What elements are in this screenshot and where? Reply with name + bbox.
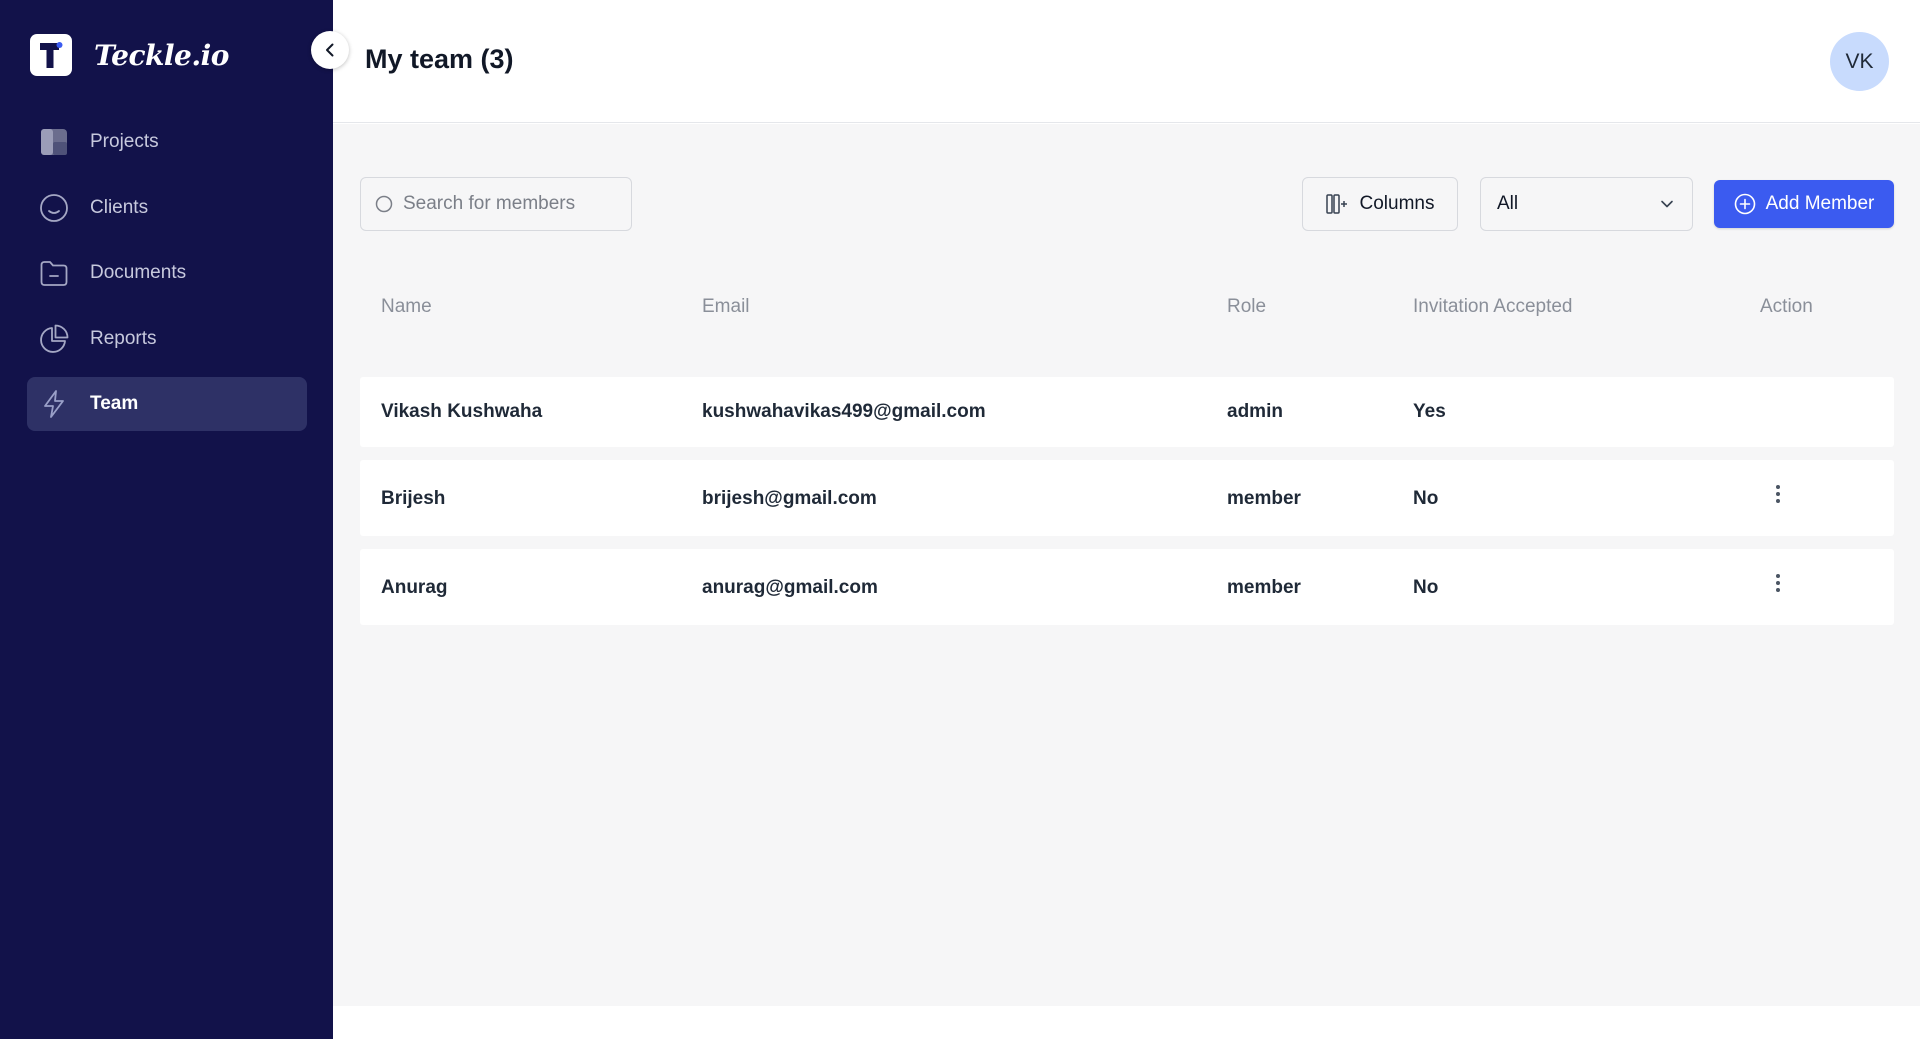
sidebar-item-label: Team — [90, 393, 139, 414]
sidebar: Teckle.io Projects Clients Documents Rep… — [0, 0, 333, 1039]
table-row[interactable]: Brijesh brijesh@gmail.com member No — [360, 460, 1894, 536]
sidebar-item-clients[interactable]: Clients — [27, 181, 307, 235]
sidebar-item-projects[interactable]: Projects — [27, 115, 307, 169]
grid-icon — [39, 127, 69, 157]
member-invitation-accepted: Yes — [1413, 401, 1446, 422]
column-header-action: Action — [1760, 296, 1813, 317]
top-header: My team (3) VK — [333, 0, 1920, 123]
sidebar-nav: Projects Clients Documents Reports Team — [27, 115, 307, 443]
sidebar-item-label: Documents — [90, 262, 187, 283]
pie-chart-icon — [39, 324, 69, 354]
more-options-icon[interactable] — [1768, 569, 1788, 597]
sidebar-item-reports[interactable]: Reports — [27, 312, 307, 366]
columns-label: Columns — [1359, 193, 1435, 214]
filter-value: All — [1497, 193, 1519, 214]
table-row[interactable]: Anurag anurag@gmail.com member No — [360, 549, 1894, 625]
logo-mark-icon — [30, 34, 72, 76]
column-header-invitation-accepted[interactable]: Invitation Accepted — [1413, 296, 1573, 318]
columns-icon — [1325, 194, 1348, 214]
collapse-sidebar-button[interactable] — [311, 31, 349, 69]
filter-select[interactable]: All — [1480, 177, 1693, 231]
search-input[interactable] — [403, 193, 623, 215]
chevron-down-icon — [1660, 197, 1674, 211]
chevron-left-icon — [322, 42, 338, 58]
member-name: Brijesh — [381, 488, 446, 509]
member-invitation-accepted: No — [1413, 577, 1439, 598]
add-member-label: Add Member — [1765, 193, 1875, 214]
folder-icon — [39, 258, 69, 288]
avatar[interactable]: VK — [1830, 32, 1889, 91]
footer-area — [333, 1006, 1920, 1039]
column-header-email[interactable]: Email — [702, 296, 750, 318]
add-member-button[interactable]: Add Member — [1714, 180, 1894, 228]
member-name: Anurag — [381, 577, 448, 598]
search-box[interactable] — [360, 177, 632, 231]
sidebar-item-label: Reports — [90, 327, 157, 349]
plus-circle-icon — [1734, 193, 1756, 215]
more-options-icon[interactable] — [1768, 480, 1788, 508]
table-header: Name Email Role Invitation Accepted Acti… — [360, 282, 1894, 332]
sidebar-item-team[interactable]: Team — [27, 377, 307, 431]
member-role: member — [1227, 577, 1301, 598]
member-email: anurag@gmail.com — [702, 577, 878, 598]
main-content: Columns All Add Member Name Email Role I… — [333, 124, 1920, 1006]
member-role: member — [1227, 488, 1301, 509]
smiley-icon — [39, 193, 69, 223]
sidebar-item-label: Clients — [90, 196, 149, 218]
sidebar-item-label: Projects — [90, 131, 159, 152]
column-header-role[interactable]: Role — [1227, 296, 1266, 318]
table-row[interactable]: Vikash Kushwaha kushwahavikas499@gmail.c… — [360, 377, 1894, 447]
search-icon — [375, 195, 393, 213]
member-role: admin — [1227, 401, 1283, 422]
member-name: Vikash Kushwaha — [381, 401, 543, 422]
lightning-icon — [39, 389, 69, 419]
team-table: Name Email Role Invitation Accepted Acti… — [360, 282, 1894, 625]
member-email: kushwahavikas499@gmail.com — [702, 401, 986, 422]
sidebar-item-documents[interactable]: Documents — [27, 246, 307, 300]
member-invitation-accepted: No — [1413, 488, 1439, 509]
member-email: brijesh@gmail.com — [702, 488, 877, 509]
columns-button[interactable]: Columns — [1302, 177, 1458, 231]
column-header-name[interactable]: Name — [381, 296, 432, 318]
page-title: My team (3) — [365, 44, 514, 74]
brand-logo[interactable]: Teckle.io — [30, 34, 229, 76]
brand-name: Teckle.io — [94, 38, 229, 72]
